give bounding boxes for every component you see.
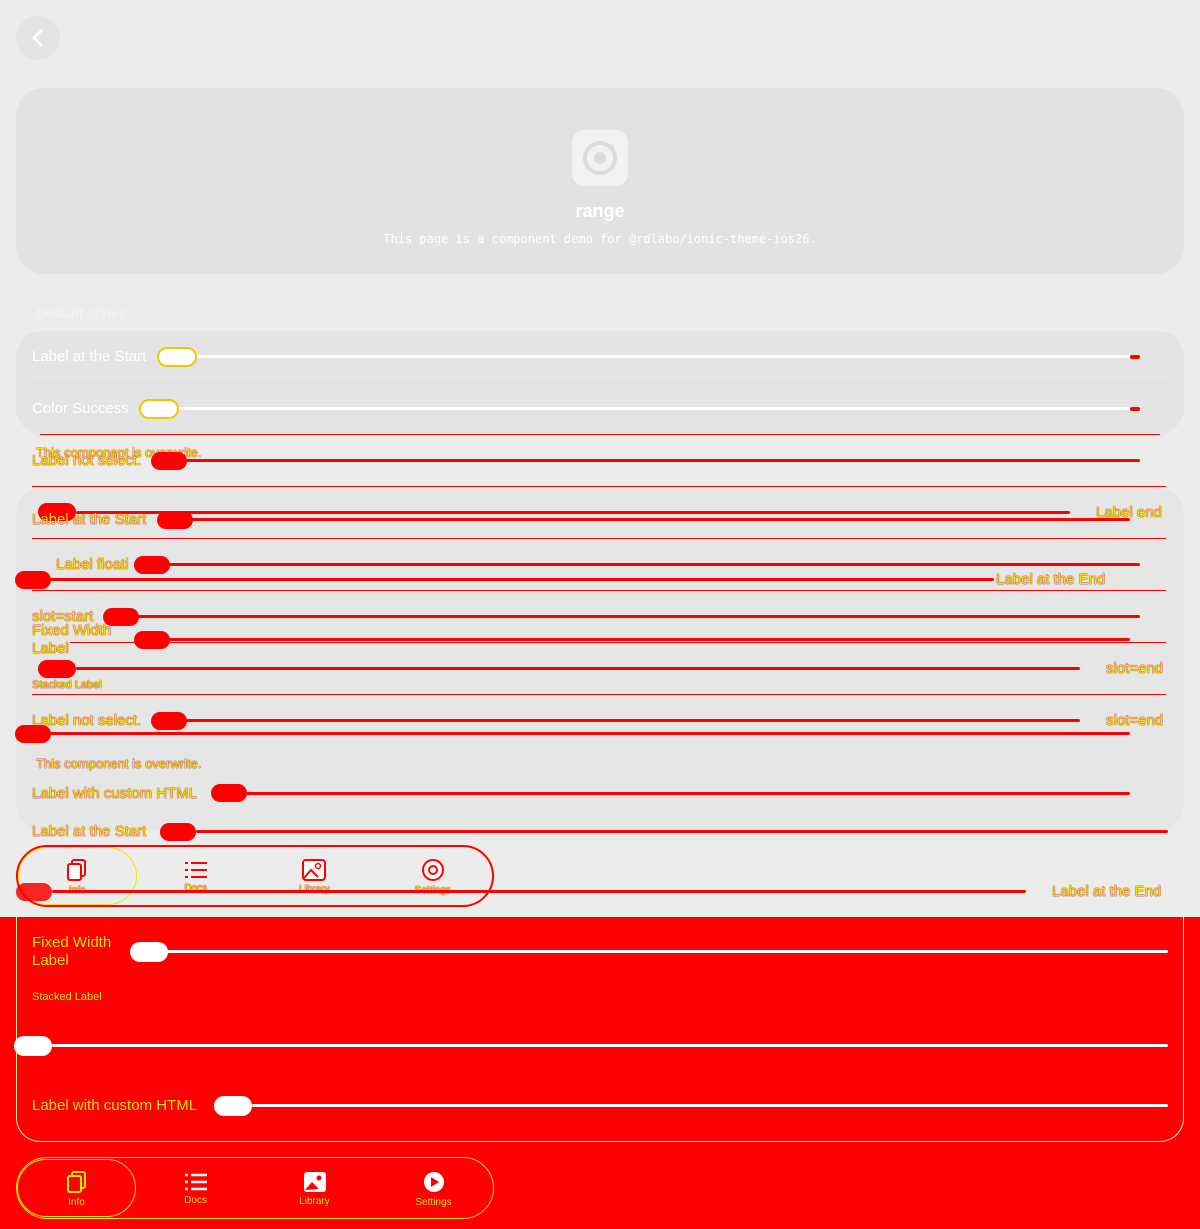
range-track[interactable] xyxy=(172,407,1130,410)
range-label: Label at the Start xyxy=(32,511,147,528)
range-knob[interactable] xyxy=(157,347,197,367)
copy-icon xyxy=(67,858,87,881)
row-divider xyxy=(40,434,1160,435)
tab-label: Docs xyxy=(184,1194,207,1206)
range-track[interactable] xyxy=(50,578,994,581)
range-knob[interactable] xyxy=(14,1036,52,1056)
range-label-end: Label at the End xyxy=(996,571,1106,588)
range-end-marker xyxy=(1130,407,1140,411)
range-track[interactable] xyxy=(196,830,1168,833)
settings-icon xyxy=(421,858,444,881)
image-icon xyxy=(303,1171,326,1192)
tab-docs[interactable]: Docs xyxy=(136,1159,255,1217)
range-track[interactable] xyxy=(52,1044,1168,1047)
row-divider xyxy=(32,590,1166,591)
tab-settings[interactable]: Settings xyxy=(374,847,493,905)
range-knob[interactable] xyxy=(157,511,193,529)
tab-library[interactable]: Library xyxy=(255,1159,374,1217)
chevron-left-icon xyxy=(32,29,43,47)
range-knob[interactable] xyxy=(214,1096,252,1116)
range-track[interactable] xyxy=(186,459,1140,462)
range-knob[interactable] xyxy=(38,660,76,678)
range-knob[interactable] xyxy=(15,571,51,589)
settings-icon xyxy=(423,1171,444,1192)
range-label: Label with custom HTML xyxy=(32,1097,198,1114)
range-knob[interactable] xyxy=(160,823,196,841)
list-icon xyxy=(184,1173,207,1190)
range-track[interactable] xyxy=(246,792,1130,795)
row-divider xyxy=(32,382,1168,383)
row-divider xyxy=(32,694,1166,695)
range-track[interactable] xyxy=(138,615,1140,618)
range-track[interactable] xyxy=(76,511,1070,514)
row-divider xyxy=(32,538,1166,539)
range-label-end: slot=end xyxy=(1106,660,1164,677)
range-track[interactable] xyxy=(168,638,1130,641)
range-track[interactable] xyxy=(166,950,1168,953)
tab-docs[interactable]: Docs xyxy=(137,847,256,905)
tab-label: Settings xyxy=(415,1196,452,1208)
range-track[interactable] xyxy=(252,1104,1168,1107)
range-knob[interactable] xyxy=(151,452,187,470)
tab-label: Info xyxy=(68,1196,85,1208)
stacked-label: Stacked Label xyxy=(32,679,102,691)
ionic-logo-icon xyxy=(572,130,628,186)
section-title: Default styles xyxy=(36,305,128,321)
range-label-end: slot=end xyxy=(1106,712,1164,729)
page-title: range xyxy=(575,201,625,221)
range-label: Fixed Width xyxy=(32,934,112,951)
list-icon xyxy=(184,861,207,878)
range-label: Label not select. xyxy=(32,712,142,729)
tab-settings[interactable]: Settings xyxy=(374,1159,493,1217)
range-knob[interactable] xyxy=(130,942,168,962)
tab-library[interactable]: Library xyxy=(255,847,374,905)
range-label: Label with custom HTML xyxy=(32,785,198,802)
range-label: Fixed Width xyxy=(32,622,112,639)
range-track[interactable] xyxy=(168,563,1140,566)
range-list-card xyxy=(16,488,1184,830)
tab-bar: Info Docs Library Settings xyxy=(16,845,494,907)
range-knob[interactable] xyxy=(151,712,187,730)
range-knob[interactable] xyxy=(15,725,51,743)
range-label-end: Label at the End xyxy=(1052,883,1162,900)
range-track[interactable] xyxy=(190,355,1130,358)
range-knob[interactable] xyxy=(139,399,179,419)
range-track[interactable] xyxy=(52,890,1026,893)
tab-bar: Info Docs Library Settings xyxy=(16,1157,494,1219)
range-knob[interactable] xyxy=(211,784,247,802)
back-button[interactable] xyxy=(16,16,60,60)
page-subtitle: This page is a component demo for @rdlab… xyxy=(383,232,817,246)
row-divider xyxy=(32,486,1166,487)
row-divider xyxy=(70,642,1166,643)
range-track[interactable] xyxy=(76,667,1080,670)
range-track[interactable] xyxy=(50,732,1130,735)
image-icon xyxy=(302,858,327,881)
tab-label: Library xyxy=(299,1195,330,1207)
range-knob[interactable] xyxy=(134,556,170,574)
range-label: Label xyxy=(32,952,69,969)
tab-info[interactable]: Info xyxy=(17,1159,136,1217)
range-track[interactable] xyxy=(186,719,1080,722)
range-label: Label at the Start xyxy=(32,348,147,365)
copy-icon xyxy=(66,1170,86,1193)
range-end-marker xyxy=(1130,355,1140,359)
range-label: Label xyxy=(32,640,69,657)
stacked-label: Stacked Label xyxy=(32,991,102,1003)
range-label: Label floati xyxy=(56,556,129,573)
range-knob[interactable] xyxy=(16,883,52,901)
overwrite-note: This component is overwrite. xyxy=(36,756,202,771)
range-track[interactable] xyxy=(190,518,1130,521)
range-label: Color Success xyxy=(32,400,129,417)
range-knob[interactable] xyxy=(134,631,170,649)
range-label: Label not select. xyxy=(32,452,142,469)
range-label: Label at the Start xyxy=(32,823,147,840)
